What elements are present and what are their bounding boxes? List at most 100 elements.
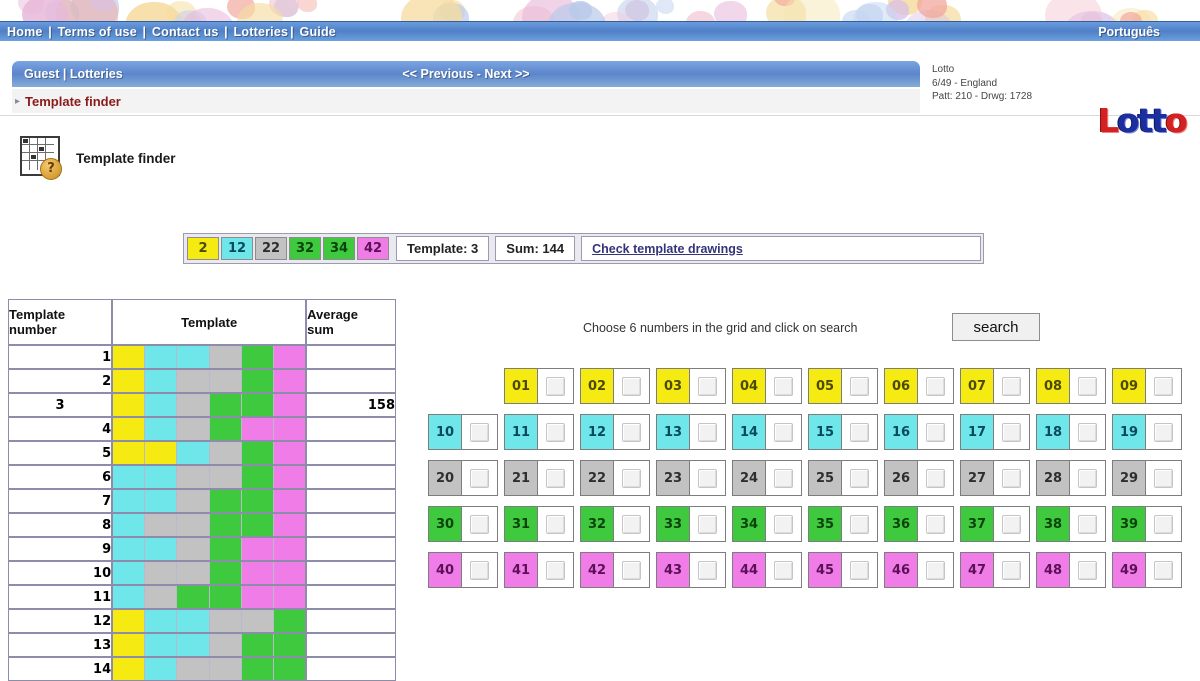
- number-label[interactable]: 30: [428, 506, 462, 542]
- checkbox-icon[interactable]: [470, 561, 489, 580]
- number-cell[interactable]: 08: [1036, 368, 1107, 406]
- number-label[interactable]: 20: [428, 460, 462, 496]
- number-checkbox[interactable]: [842, 368, 878, 404]
- number-label[interactable]: 06: [884, 368, 918, 404]
- table-row[interactable]: 6: [8, 465, 396, 489]
- nav-item-terms[interactable]: Terms of use: [58, 25, 137, 39]
- table-row[interactable]: 11: [8, 585, 396, 609]
- number-cell[interactable]: 29: [1112, 460, 1183, 498]
- number-cell[interactable]: 16: [884, 414, 955, 452]
- checkbox-icon[interactable]: [774, 377, 793, 396]
- number-label[interactable]: 36: [884, 506, 918, 542]
- number-label[interactable]: 09: [1112, 368, 1146, 404]
- number-label[interactable]: 07: [960, 368, 994, 404]
- number-label[interactable]: 12: [580, 414, 614, 450]
- checkbox-icon[interactable]: [850, 423, 869, 442]
- number-cell[interactable]: 10: [428, 414, 499, 452]
- number-label[interactable]: 42: [580, 552, 614, 588]
- number-label[interactable]: 39: [1112, 506, 1146, 542]
- number-checkbox[interactable]: [766, 460, 802, 496]
- checkbox-icon[interactable]: [926, 423, 945, 442]
- number-cell[interactable]: 07: [960, 368, 1031, 406]
- number-checkbox[interactable]: [462, 460, 498, 496]
- number-label[interactable]: 08: [1036, 368, 1070, 404]
- number-label[interactable]: 21: [504, 460, 538, 496]
- number-checkbox[interactable]: [918, 368, 954, 404]
- checkbox-icon[interactable]: [774, 423, 793, 442]
- checkbox-icon[interactable]: [1154, 377, 1173, 396]
- checkbox-icon[interactable]: [622, 515, 641, 534]
- help-badge-icon[interactable]: ?: [40, 158, 62, 180]
- number-checkbox[interactable]: [1070, 414, 1106, 450]
- number-checkbox[interactable]: [918, 460, 954, 496]
- number-label[interactable]: 27: [960, 460, 994, 496]
- number-checkbox[interactable]: [690, 506, 726, 542]
- number-checkbox[interactable]: [614, 414, 650, 450]
- number-label[interactable]: 45: [808, 552, 842, 588]
- number-label[interactable]: 31: [504, 506, 538, 542]
- checkbox-icon[interactable]: [926, 561, 945, 580]
- checkbox-icon[interactable]: [850, 515, 869, 534]
- number-checkbox[interactable]: [842, 552, 878, 588]
- checkbox-icon[interactable]: [698, 515, 717, 534]
- check-template-drawings-box[interactable]: Check template drawings: [581, 236, 981, 261]
- number-checkbox[interactable]: [994, 506, 1030, 542]
- number-cell[interactable]: 17: [960, 414, 1031, 452]
- number-label[interactable]: 05: [808, 368, 842, 404]
- number-label[interactable]: 04: [732, 368, 766, 404]
- number-cell[interactable]: 44: [732, 552, 803, 590]
- table-row[interactable]: 5: [8, 441, 396, 465]
- number-checkbox[interactable]: [766, 506, 802, 542]
- number-checkbox[interactable]: [1146, 460, 1182, 496]
- nav-item-lotteries[interactable]: Lotteries: [234, 25, 289, 39]
- number-cell[interactable]: 27: [960, 460, 1031, 498]
- table-row[interactable]: 10: [8, 561, 396, 585]
- number-checkbox[interactable]: [1146, 414, 1182, 450]
- number-cell[interactable]: 09: [1112, 368, 1183, 406]
- nav-item-contact[interactable]: Contact us: [152, 25, 219, 39]
- number-cell[interactable]: 41: [504, 552, 575, 590]
- number-cell[interactable]: 12: [580, 414, 651, 452]
- number-label[interactable]: 38: [1036, 506, 1070, 542]
- number-label[interactable]: 15: [808, 414, 842, 450]
- number-label[interactable]: 10: [428, 414, 462, 450]
- checkbox-icon[interactable]: [546, 515, 565, 534]
- table-row[interactable]: 3 158: [8, 393, 396, 417]
- number-checkbox[interactable]: [690, 414, 726, 450]
- checkbox-icon[interactable]: [470, 515, 489, 534]
- number-checkbox[interactable]: [1070, 506, 1106, 542]
- number-cell[interactable]: 06: [884, 368, 955, 406]
- number-label[interactable]: 17: [960, 414, 994, 450]
- checkbox-icon[interactable]: [1002, 469, 1021, 488]
- checkbox-icon[interactable]: [622, 561, 641, 580]
- number-label[interactable]: 11: [504, 414, 538, 450]
- checkbox-icon[interactable]: [1002, 515, 1021, 534]
- number-label[interactable]: 47: [960, 552, 994, 588]
- checkbox-icon[interactable]: [1154, 423, 1173, 442]
- number-checkbox[interactable]: [918, 552, 954, 588]
- number-checkbox[interactable]: [1146, 552, 1182, 588]
- number-checkbox[interactable]: [918, 414, 954, 450]
- number-cell[interactable]: 11: [504, 414, 575, 452]
- number-cell[interactable]: 20: [428, 460, 499, 498]
- number-cell[interactable]: 02: [580, 368, 651, 406]
- checkbox-icon[interactable]: [1002, 377, 1021, 396]
- number-checkbox[interactable]: [766, 552, 802, 588]
- number-checkbox[interactable]: [614, 460, 650, 496]
- check-template-drawings-link[interactable]: Check template drawings: [592, 242, 743, 256]
- number-label[interactable]: 32: [580, 506, 614, 542]
- number-label[interactable]: 46: [884, 552, 918, 588]
- number-checkbox[interactable]: [538, 460, 574, 496]
- number-label[interactable]: 13: [656, 414, 690, 450]
- checkbox-icon[interactable]: [774, 515, 793, 534]
- checkbox-icon[interactable]: [926, 469, 945, 488]
- checkbox-icon[interactable]: [698, 377, 717, 396]
- number-label[interactable]: 34: [732, 506, 766, 542]
- number-label[interactable]: 01: [504, 368, 538, 404]
- number-label[interactable]: 29: [1112, 460, 1146, 496]
- search-button[interactable]: search: [952, 313, 1040, 341]
- table-row[interactable]: 4: [8, 417, 396, 441]
- number-cell[interactable]: 03: [656, 368, 727, 406]
- number-cell[interactable]: 01: [504, 368, 575, 406]
- number-checkbox[interactable]: [994, 552, 1030, 588]
